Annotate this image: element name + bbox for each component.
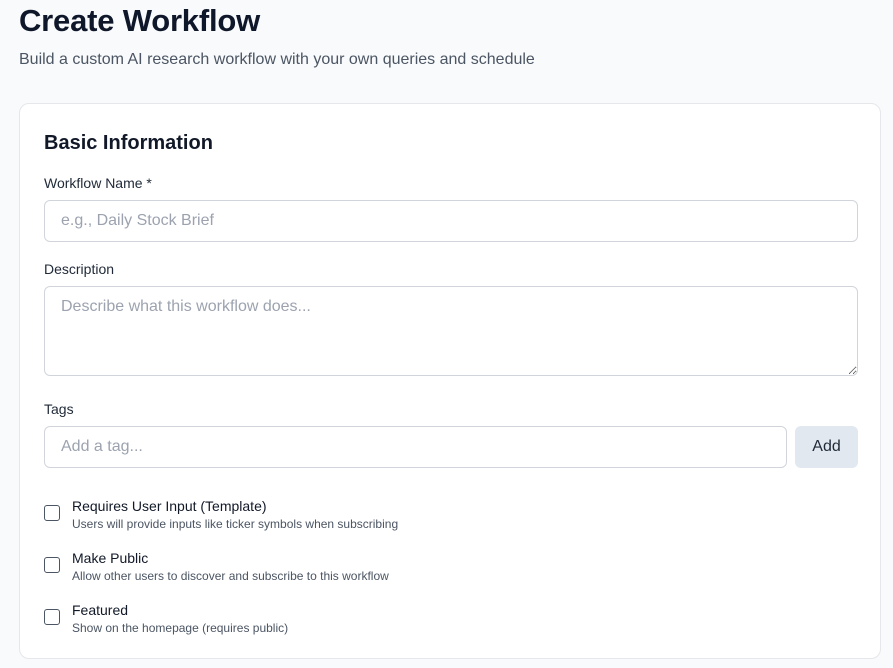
description-label: Description — [44, 261, 115, 277]
requires-user-input-option[interactable]: Requires User Input (Template) Users wil… — [44, 497, 824, 537]
workflow-name-label: Workflow Name * — [44, 175, 152, 191]
create-workflow-page: Create Workflow Build a custom AI resear… — [0, 0, 893, 668]
tags-label: Tags — [44, 401, 74, 417]
page-title: Create Workflow — [19, 3, 261, 38]
make-public-option[interactable]: Make Public Allow other users to discove… — [44, 549, 824, 589]
make-public-checkbox[interactable] — [44, 557, 60, 573]
option-description: Show on the homepage (requires public) — [72, 621, 289, 635]
page-subtitle: Build a custom AI research workflow with… — [19, 51, 535, 68]
tag-input[interactable] — [44, 426, 787, 468]
option-title: Make Public — [72, 550, 149, 566]
option-description: Users will provide inputs like ticker sy… — [72, 517, 399, 531]
requires-user-input-checkbox[interactable] — [44, 505, 60, 521]
featured-checkbox[interactable] — [44, 609, 60, 625]
option-title: Requires User Input (Template) — [72, 498, 267, 514]
workflow-name-input[interactable] — [44, 200, 858, 242]
add-tag-button[interactable]: Add — [795, 426, 858, 468]
option-description: Allow other users to discover and subscr… — [72, 569, 389, 583]
featured-option[interactable]: Featured Show on the homepage (requires … — [44, 601, 824, 641]
description-textarea[interactable] — [44, 286, 858, 376]
basic-information-card: Basic Information Workflow Name * Descri… — [19, 103, 881, 659]
section-title: Basic Information — [44, 132, 213, 154]
option-title: Featured — [72, 602, 129, 618]
